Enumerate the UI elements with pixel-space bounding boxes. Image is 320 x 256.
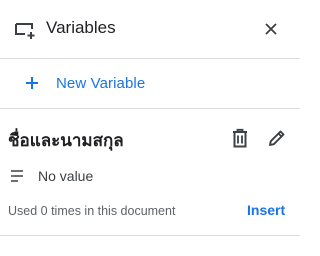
variable-value: No value — [38, 168, 94, 184]
new-variable-button[interactable]: New Variable — [22, 70, 145, 96]
insert-button[interactable]: Insert — [247, 202, 285, 218]
variable-value-row: No value — [10, 166, 93, 186]
pencil-icon[interactable] — [264, 125, 290, 151]
short-text-icon — [10, 169, 26, 183]
new-variable-label: New Variable — [56, 74, 146, 92]
variables-panel: Variables New Variable ชื่อและนามสกุล No… — [0, 0, 300, 256]
close-icon[interactable] — [258, 16, 284, 42]
card-divider — [0, 235, 300, 236]
variable-name: ชื่อและนามสกุล — [8, 131, 124, 151]
header-divider — [0, 58, 300, 59]
add-variable-icon — [14, 20, 38, 40]
panel-title: Variables — [46, 18, 116, 37]
trash-icon[interactable] — [227, 125, 253, 151]
plus-icon — [22, 73, 42, 93]
usage-count: Used 0 times in this document — [8, 204, 176, 218]
section-divider — [0, 108, 300, 109]
panel-header: Variables — [0, 0, 300, 58]
